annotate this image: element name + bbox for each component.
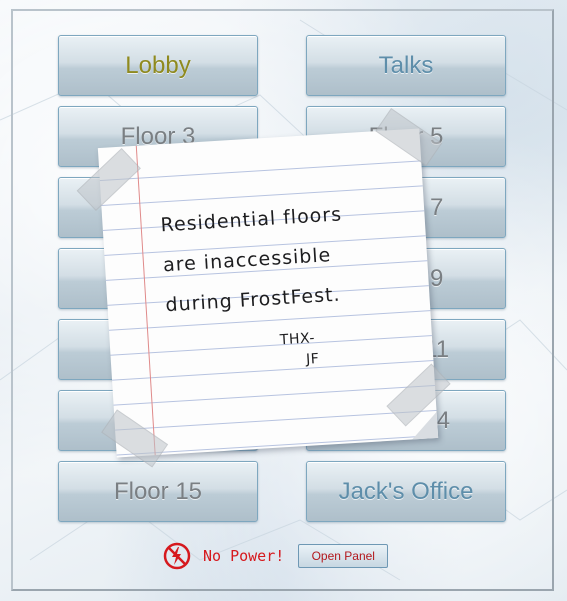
note-line-3: during FrostFest. bbox=[164, 283, 342, 317]
handwritten-note[interactable]: Residential floors are inaccessible duri… bbox=[76, 108, 451, 468]
note-line-2: are inaccessible bbox=[162, 244, 332, 277]
note-margin-line bbox=[135, 145, 156, 456]
floor-button-lobby[interactable]: Lobby bbox=[58, 35, 258, 96]
note-signature-initials: JF bbox=[305, 351, 320, 368]
page-curl bbox=[410, 411, 439, 440]
floor-button-floor-15[interactable]: Floor 15 bbox=[58, 461, 258, 522]
floor-button-talks[interactable]: Talks bbox=[306, 35, 506, 96]
open-panel-button[interactable]: Open Panel bbox=[298, 544, 389, 568]
floor-button-jack-s-office[interactable]: Jack's Office bbox=[306, 461, 506, 522]
power-status-bar: No Power! Open Panel bbox=[163, 541, 389, 571]
note-signature-thanks: THX- bbox=[279, 330, 316, 349]
note-line-1: Residential floors bbox=[160, 203, 343, 237]
no-power-icon bbox=[163, 542, 191, 570]
no-power-label: No Power! bbox=[203, 547, 285, 565]
